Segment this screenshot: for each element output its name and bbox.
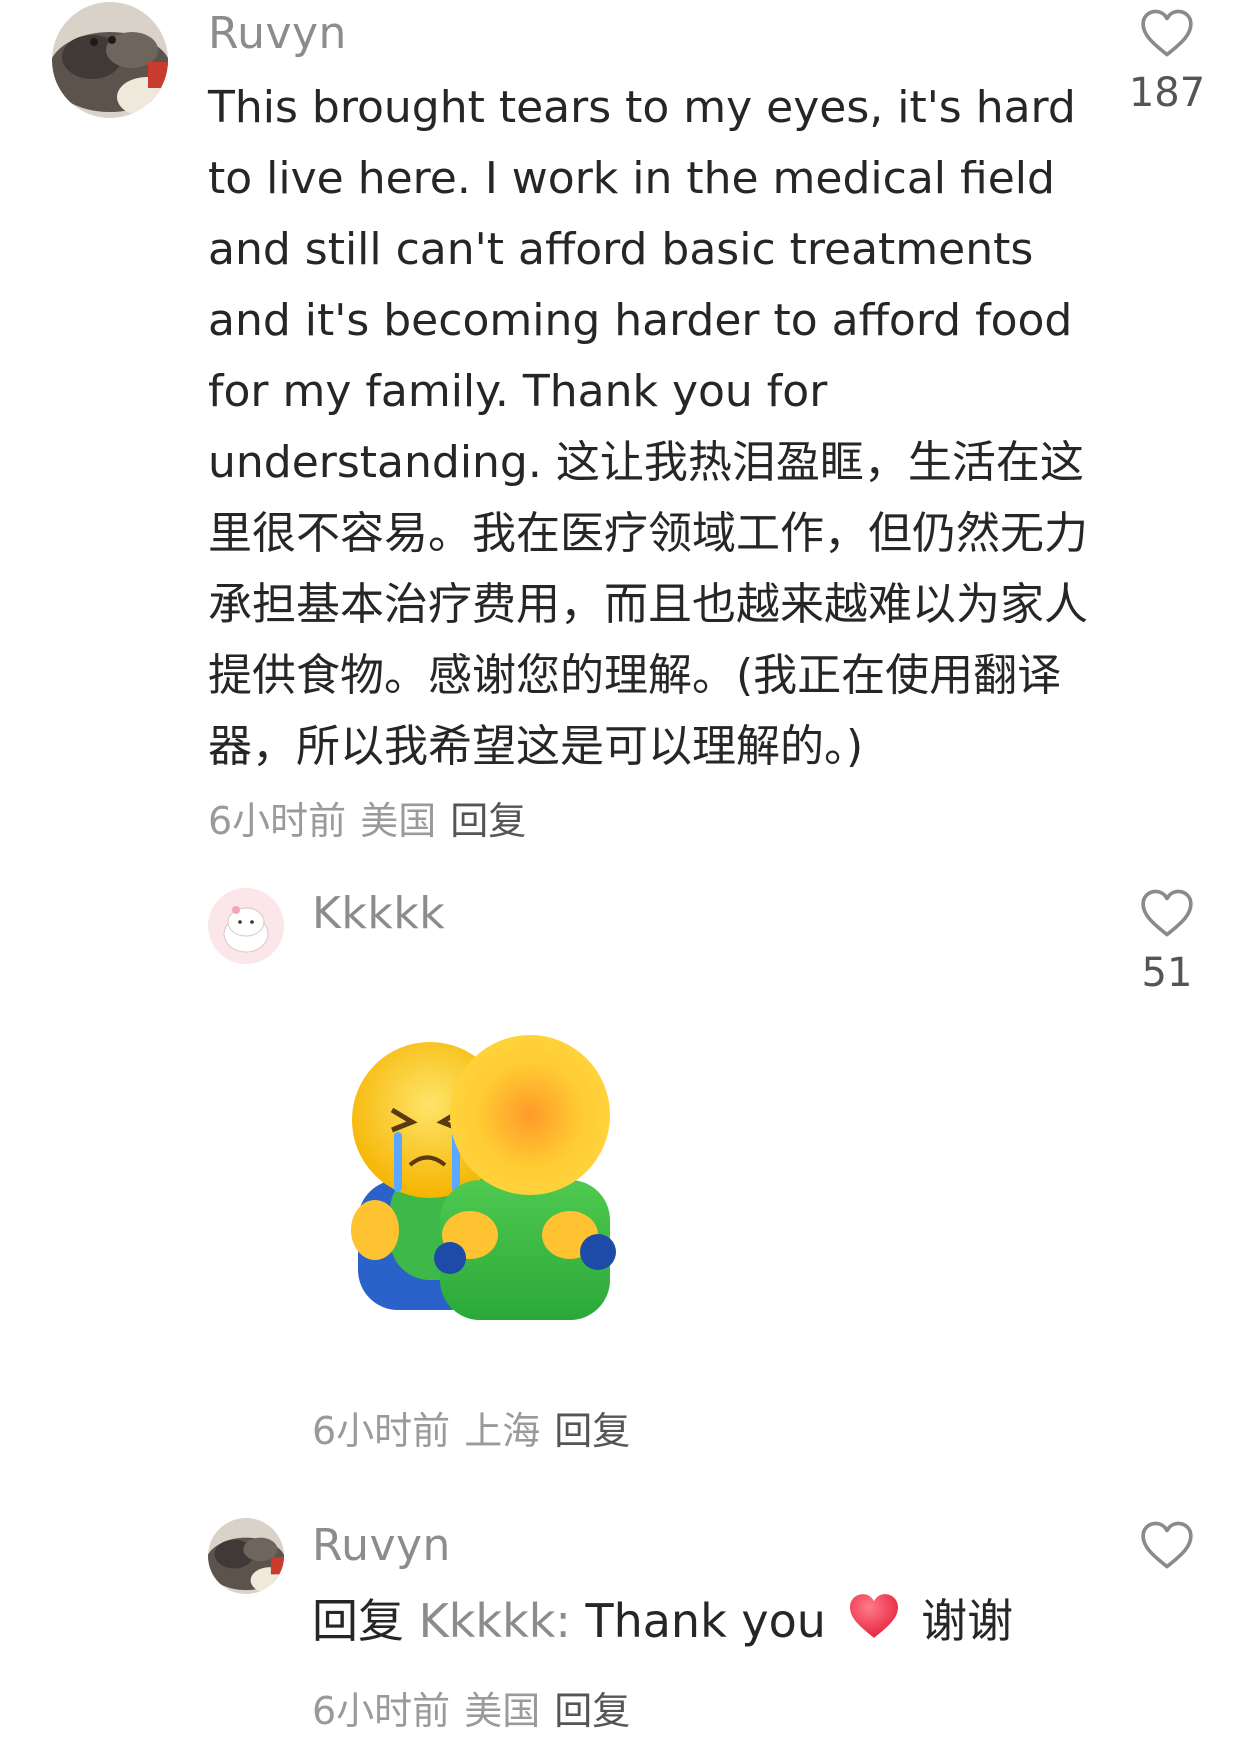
comment-location: 美国 <box>360 799 437 843</box>
comment-item: Kkkkk 6小时前 上海 回复 51 <box>0 880 1260 1460</box>
reply-button[interactable]: 回复 <box>554 1409 630 1453</box>
crying-hug-sticker <box>351 1035 616 1320</box>
comment-location: 上海 <box>464 1409 541 1453</box>
comment-username[interactable]: Ruvyn <box>312 1520 451 1571</box>
comment-location: 美国 <box>464 1689 541 1733</box>
red-heart-icon <box>847 1589 901 1660</box>
comment-text: 回复 Kkkkk: Thank you 谢谢 <box>312 1586 1132 1660</box>
reply-button[interactable]: 回复 <box>554 1689 630 1733</box>
avatar-cat-image <box>208 1518 284 1594</box>
avatar-cat-image <box>52 2 168 118</box>
comment-meta: 6小时前 美国 回复 <box>208 790 526 845</box>
comment-username[interactable]: Kkkkk <box>312 888 445 939</box>
reply-text-chinese: 谢谢 <box>921 1594 1014 1648</box>
comment-meta: 6小时前 上海 回复 <box>312 1400 630 1455</box>
comment-meta: 6小时前 美国 回复 <box>312 1680 630 1735</box>
avatar[interactable] <box>208 888 284 964</box>
like-count: 51 <box>1141 950 1193 996</box>
avatar[interactable] <box>52 2 168 118</box>
comment-username[interactable]: Ruvyn <box>208 8 347 59</box>
comment-item: Ruvyn 回复 Kkkkk: Thank you 谢谢 6小时前 美国 回复 <box>0 1510 1260 1750</box>
heart-outline-icon <box>1141 9 1193 57</box>
comment-item: Ruvyn This brought tears to my eyes, it'… <box>0 0 1260 843</box>
comment-time: 6小时前 <box>312 1409 451 1453</box>
reply-text: Thank you <box>585 1594 826 1648</box>
like-button[interactable]: 51 <box>1112 888 1222 996</box>
comment-time: 6小时前 <box>208 799 347 843</box>
like-count: 187 <box>1128 70 1206 116</box>
reply-target-username[interactable]: Kkkkk <box>419 1594 556 1648</box>
like-button[interactable] <box>1112 1520 1222 1570</box>
reply-prefix: 回复 <box>312 1594 404 1648</box>
heart-outline-icon <box>1141 889 1193 937</box>
heart-outline-icon <box>1141 1521 1193 1569</box>
avatar[interactable] <box>208 1518 284 1594</box>
reply-button[interactable]: 回复 <box>450 799 526 843</box>
like-button[interactable]: 187 <box>1112 8 1222 116</box>
sticker-image[interactable] <box>350 1030 650 1330</box>
comment-text: This brought tears to my eyes, it's hard… <box>208 82 1088 772</box>
comment-time: 6小时前 <box>312 1689 451 1733</box>
avatar-kitty-image <box>208 888 284 964</box>
reply-separator: : <box>555 1594 571 1648</box>
